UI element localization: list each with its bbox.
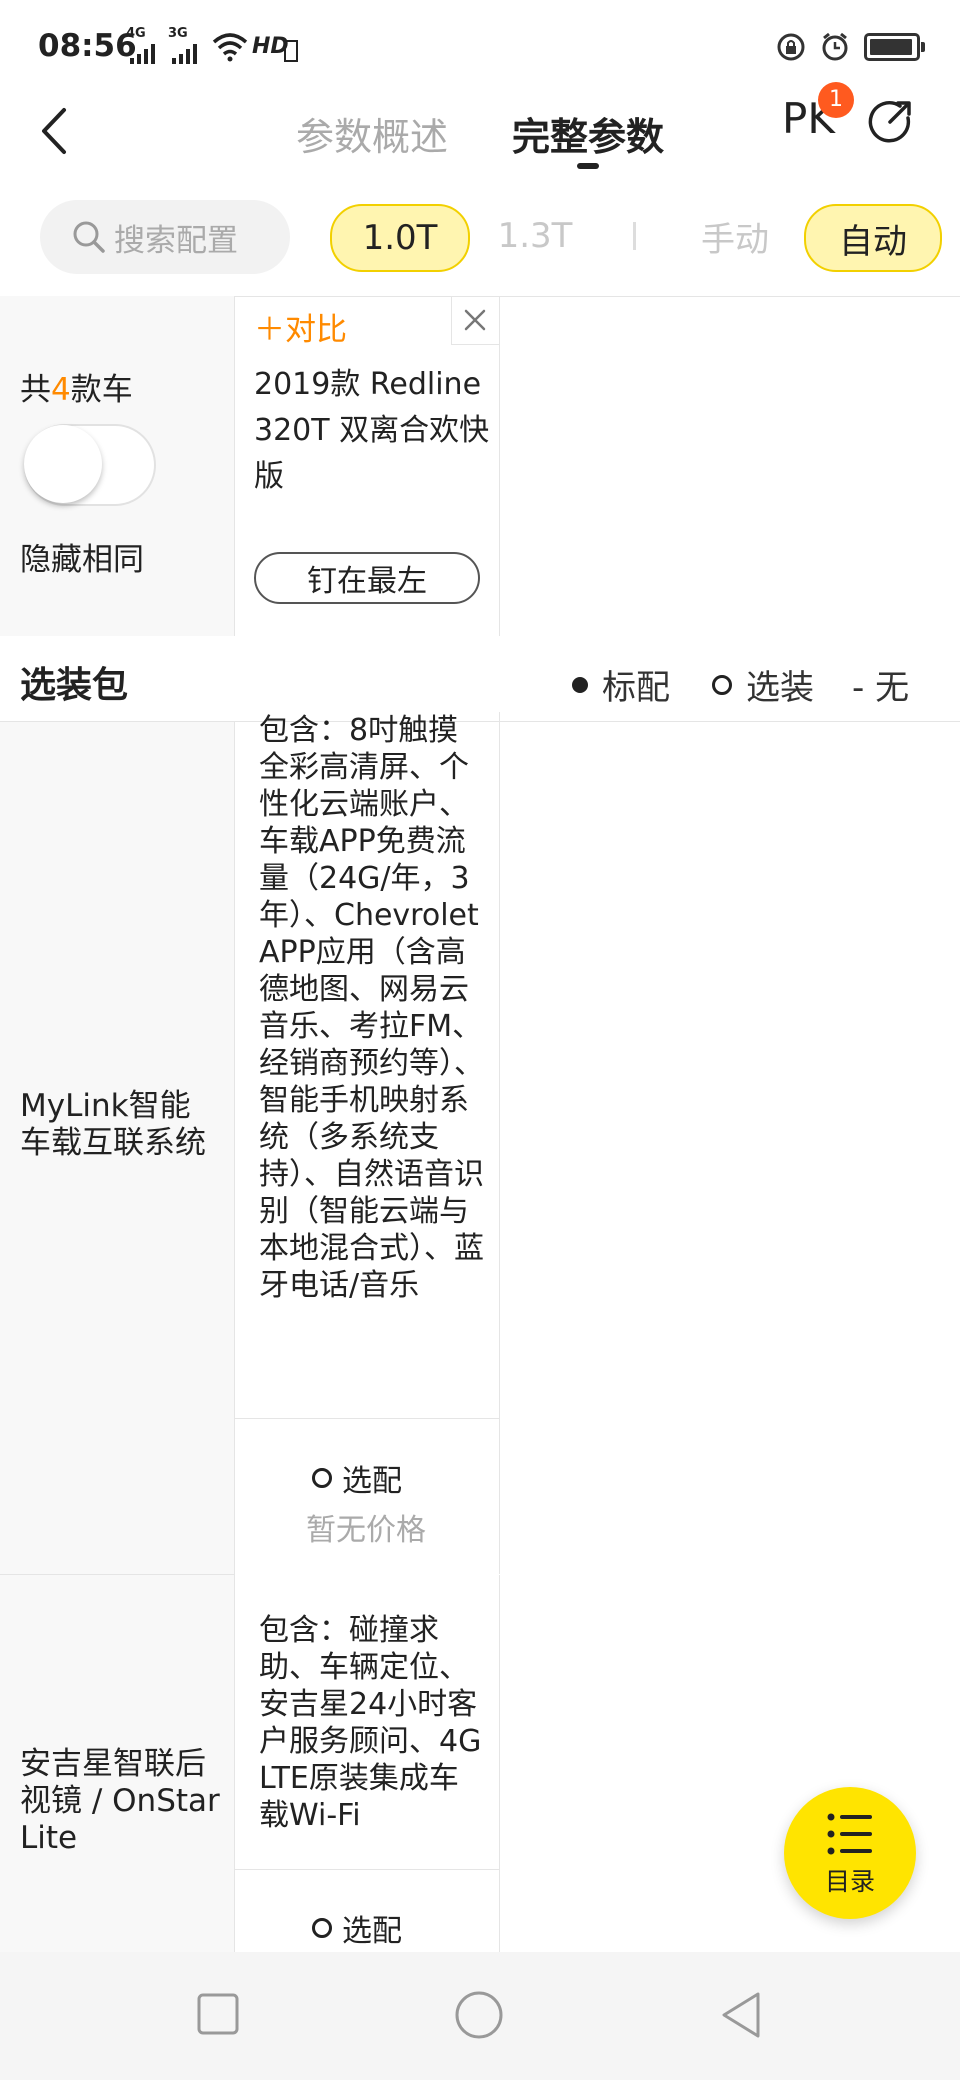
wifi-icon bbox=[212, 33, 248, 62]
hollow-dot-icon bbox=[312, 1468, 332, 1488]
legend-optional: 选装 bbox=[712, 660, 814, 709]
price-mylink: 暂无价格 bbox=[306, 1513, 426, 1548]
hollow-dot-icon bbox=[312, 1918, 332, 1938]
filled-dot-icon bbox=[572, 676, 588, 693]
chip-manual[interactable]: 手动 bbox=[680, 204, 790, 268]
battery-icon bbox=[864, 33, 925, 61]
toggle-knob bbox=[24, 425, 102, 503]
catalog-label: 目录 bbox=[824, 1867, 875, 1896]
status-icons-right bbox=[776, 32, 925, 62]
back-arrow-icon[interactable] bbox=[36, 106, 72, 156]
row-content-onstar: 包含：碰撞求助、车辆定位、安吉星24小时客户服务顾问、4G LTE原装集成车载W… bbox=[259, 1613, 482, 1833]
option-status-mylink: 选配 bbox=[312, 1456, 402, 1500]
search-placeholder: 搜索配置 bbox=[114, 222, 238, 259]
tab-overview[interactable]: 参数概述 bbox=[296, 106, 448, 161]
legend-standard: 标配 bbox=[572, 660, 670, 709]
filter-separator bbox=[633, 222, 636, 250]
pin-left-button[interactable]: 钉在最左 bbox=[254, 552, 480, 604]
alarm-icon bbox=[822, 32, 848, 61]
chip-automatic[interactable]: 自动 bbox=[804, 204, 942, 272]
hollow-dot-icon bbox=[712, 674, 732, 695]
add-compare-button[interactable]: ＋对比 bbox=[254, 304, 347, 349]
tab-full-params[interactable]: 完整参数 bbox=[512, 106, 664, 161]
signal-bars-icon bbox=[130, 42, 155, 64]
section-header bbox=[0, 637, 960, 722]
section-title: 选装包 bbox=[20, 665, 129, 706]
share-icon[interactable] bbox=[868, 98, 914, 144]
cell-divider bbox=[235, 1418, 499, 1419]
active-tab-indicator bbox=[577, 163, 599, 169]
search-icon bbox=[73, 221, 105, 253]
car-name: 2019款 Redline 320T 双离合欢快版 bbox=[254, 367, 490, 494]
back-nav-icon[interactable] bbox=[718, 1990, 764, 2040]
cell-divider bbox=[235, 1869, 499, 1870]
signal-bars-icon bbox=[172, 42, 197, 64]
car-count: 共4款车 bbox=[20, 372, 133, 408]
hide-same-label: 隐藏相同 bbox=[20, 542, 144, 578]
chip-displacement-1-3t[interactable]: 1.3T bbox=[480, 204, 590, 268]
chip-displacement-1-0t[interactable]: 1.0T bbox=[330, 204, 470, 272]
status-bar: 08:56 4G 3G HD bbox=[0, 0, 960, 96]
pk-count-badge: 1 bbox=[818, 82, 854, 118]
row-label-onstar: 安吉星智联后视镜 / OnStar Lite bbox=[20, 1746, 220, 1856]
close-icon bbox=[464, 309, 486, 331]
row-label-mylink: MyLink智能车载互联系统 bbox=[20, 1088, 206, 1161]
list-icon bbox=[827, 1813, 872, 1855]
hd-box-icon bbox=[284, 40, 298, 62]
legend-none: - 无 bbox=[852, 668, 910, 708]
row-content-mylink: 包含：8吋触摸全彩高清屏、个性化云端账户、车载APP免费流量（24G/年，3年）… bbox=[259, 713, 484, 1303]
search-config-input[interactable]: 搜索配置 bbox=[40, 200, 290, 274]
recent-apps-icon[interactable] bbox=[196, 1992, 240, 2036]
car-count-number: 4 bbox=[51, 372, 71, 408]
rotation-lock-icon bbox=[777, 33, 805, 61]
home-icon[interactable] bbox=[454, 1990, 504, 2040]
remove-car-button[interactable] bbox=[451, 297, 499, 345]
status-time: 08:56 bbox=[38, 28, 137, 64]
option-status-onstar: 选配 bbox=[312, 1906, 402, 1950]
